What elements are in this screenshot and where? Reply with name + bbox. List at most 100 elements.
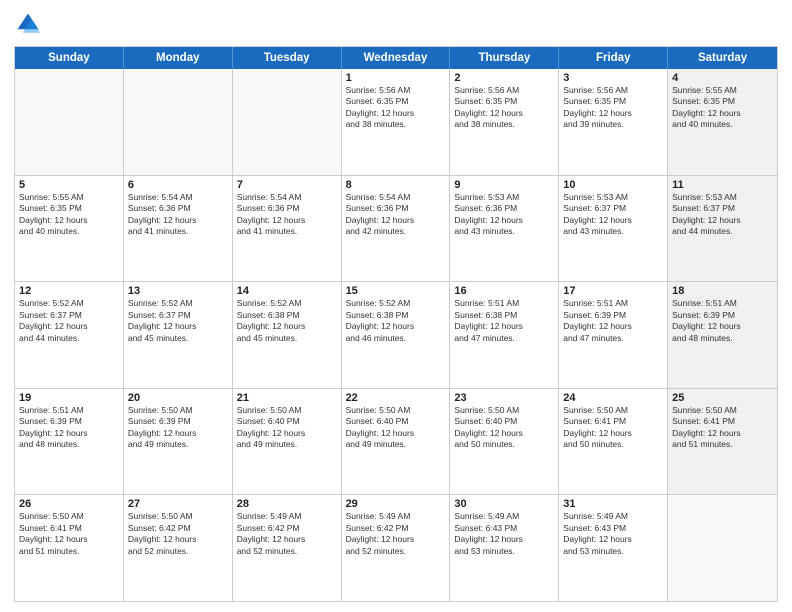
cell-info: Sunrise: 5:55 AM Sunset: 6:35 PM Dayligh… <box>672 85 773 131</box>
logo <box>14 10 46 38</box>
calendar-cell: 22Sunrise: 5:50 AM Sunset: 6:40 PM Dayli… <box>342 389 451 495</box>
day-number: 31 <box>563 498 663 510</box>
cell-info: Sunrise: 5:50 AM Sunset: 6:40 PM Dayligh… <box>346 405 446 451</box>
cell-info: Sunrise: 5:56 AM Sunset: 6:35 PM Dayligh… <box>563 85 663 131</box>
cell-info: Sunrise: 5:49 AM Sunset: 6:43 PM Dayligh… <box>563 511 663 557</box>
calendar-cell: 17Sunrise: 5:51 AM Sunset: 6:39 PM Dayli… <box>559 282 668 388</box>
cell-info: Sunrise: 5:51 AM Sunset: 6:39 PM Dayligh… <box>672 298 773 344</box>
day-number: 18 <box>672 285 773 297</box>
day-number: 19 <box>19 392 119 404</box>
calendar-cell: 27Sunrise: 5:50 AM Sunset: 6:42 PM Dayli… <box>124 495 233 601</box>
cell-info: Sunrise: 5:54 AM Sunset: 6:36 PM Dayligh… <box>237 192 337 238</box>
day-number: 30 <box>454 498 554 510</box>
header <box>14 10 778 38</box>
calendar-cell: 24Sunrise: 5:50 AM Sunset: 6:41 PM Dayli… <box>559 389 668 495</box>
calendar-cell: 14Sunrise: 5:52 AM Sunset: 6:38 PM Dayli… <box>233 282 342 388</box>
day-number: 22 <box>346 392 446 404</box>
calendar-cell <box>124 69 233 175</box>
calendar-cell: 29Sunrise: 5:49 AM Sunset: 6:42 PM Dayli… <box>342 495 451 601</box>
day-number: 11 <box>672 179 773 191</box>
day-number: 23 <box>454 392 554 404</box>
calendar-body: 1Sunrise: 5:56 AM Sunset: 6:35 PM Daylig… <box>15 69 777 601</box>
calendar-cell: 7Sunrise: 5:54 AM Sunset: 6:36 PM Daylig… <box>233 176 342 282</box>
cell-info: Sunrise: 5:51 AM Sunset: 6:39 PM Dayligh… <box>563 298 663 344</box>
cell-info: Sunrise: 5:53 AM Sunset: 6:36 PM Dayligh… <box>454 192 554 238</box>
calendar-cell: 18Sunrise: 5:51 AM Sunset: 6:39 PM Dayli… <box>668 282 777 388</box>
calendar-header: SundayMondayTuesdayWednesdayThursdayFrid… <box>15 47 777 69</box>
calendar-cell: 31Sunrise: 5:49 AM Sunset: 6:43 PM Dayli… <box>559 495 668 601</box>
day-number: 26 <box>19 498 119 510</box>
calendar-cell: 19Sunrise: 5:51 AM Sunset: 6:39 PM Dayli… <box>15 389 124 495</box>
cell-info: Sunrise: 5:50 AM Sunset: 6:41 PM Dayligh… <box>563 405 663 451</box>
calendar-row-3: 12Sunrise: 5:52 AM Sunset: 6:37 PM Dayli… <box>15 282 777 389</box>
calendar-cell: 13Sunrise: 5:52 AM Sunset: 6:37 PM Dayli… <box>124 282 233 388</box>
cell-info: Sunrise: 5:52 AM Sunset: 6:38 PM Dayligh… <box>346 298 446 344</box>
day-number: 10 <box>563 179 663 191</box>
day-of-week-wednesday: Wednesday <box>342 47 451 69</box>
day-of-week-saturday: Saturday <box>668 47 777 69</box>
day-number: 1 <box>346 72 446 84</box>
cell-info: Sunrise: 5:53 AM Sunset: 6:37 PM Dayligh… <box>672 192 773 238</box>
calendar-cell: 30Sunrise: 5:49 AM Sunset: 6:43 PM Dayli… <box>450 495 559 601</box>
cell-info: Sunrise: 5:54 AM Sunset: 6:36 PM Dayligh… <box>128 192 228 238</box>
day-number: 15 <box>346 285 446 297</box>
day-number: 21 <box>237 392 337 404</box>
calendar-cell: 26Sunrise: 5:50 AM Sunset: 6:41 PM Dayli… <box>15 495 124 601</box>
day-number: 8 <box>346 179 446 191</box>
calendar-cell: 9Sunrise: 5:53 AM Sunset: 6:36 PM Daylig… <box>450 176 559 282</box>
day-of-week-monday: Monday <box>124 47 233 69</box>
calendar-cell <box>668 495 777 601</box>
calendar-cell: 2Sunrise: 5:56 AM Sunset: 6:35 PM Daylig… <box>450 69 559 175</box>
cell-info: Sunrise: 5:50 AM Sunset: 6:41 PM Dayligh… <box>19 511 119 557</box>
cell-info: Sunrise: 5:51 AM Sunset: 6:38 PM Dayligh… <box>454 298 554 344</box>
cell-info: Sunrise: 5:50 AM Sunset: 6:40 PM Dayligh… <box>454 405 554 451</box>
cell-info: Sunrise: 5:52 AM Sunset: 6:37 PM Dayligh… <box>128 298 228 344</box>
day-number: 6 <box>128 179 228 191</box>
day-number: 9 <box>454 179 554 191</box>
calendar-cell: 10Sunrise: 5:53 AM Sunset: 6:37 PM Dayli… <box>559 176 668 282</box>
day-number: 4 <box>672 72 773 84</box>
calendar-cell: 3Sunrise: 5:56 AM Sunset: 6:35 PM Daylig… <box>559 69 668 175</box>
day-number: 24 <box>563 392 663 404</box>
day-of-week-friday: Friday <box>559 47 668 69</box>
calendar-cell: 21Sunrise: 5:50 AM Sunset: 6:40 PM Dayli… <box>233 389 342 495</box>
calendar: SundayMondayTuesdayWednesdayThursdayFrid… <box>14 46 778 602</box>
calendar-cell: 16Sunrise: 5:51 AM Sunset: 6:38 PM Dayli… <box>450 282 559 388</box>
calendar-row-1: 1Sunrise: 5:56 AM Sunset: 6:35 PM Daylig… <box>15 69 777 176</box>
day-number: 16 <box>454 285 554 297</box>
cell-info: Sunrise: 5:53 AM Sunset: 6:37 PM Dayligh… <box>563 192 663 238</box>
cell-info: Sunrise: 5:50 AM Sunset: 6:39 PM Dayligh… <box>128 405 228 451</box>
day-of-week-thursday: Thursday <box>450 47 559 69</box>
calendar-cell: 12Sunrise: 5:52 AM Sunset: 6:37 PM Dayli… <box>15 282 124 388</box>
calendar-cell: 15Sunrise: 5:52 AM Sunset: 6:38 PM Dayli… <box>342 282 451 388</box>
day-number: 14 <box>237 285 337 297</box>
cell-info: Sunrise: 5:51 AM Sunset: 6:39 PM Dayligh… <box>19 405 119 451</box>
cell-info: Sunrise: 5:49 AM Sunset: 6:42 PM Dayligh… <box>237 511 337 557</box>
day-number: 17 <box>563 285 663 297</box>
day-of-week-tuesday: Tuesday <box>233 47 342 69</box>
cell-info: Sunrise: 5:50 AM Sunset: 6:42 PM Dayligh… <box>128 511 228 557</box>
cell-info: Sunrise: 5:56 AM Sunset: 6:35 PM Dayligh… <box>454 85 554 131</box>
day-number: 5 <box>19 179 119 191</box>
calendar-cell: 4Sunrise: 5:55 AM Sunset: 6:35 PM Daylig… <box>668 69 777 175</box>
calendar-cell: 23Sunrise: 5:50 AM Sunset: 6:40 PM Dayli… <box>450 389 559 495</box>
calendar-cell: 1Sunrise: 5:56 AM Sunset: 6:35 PM Daylig… <box>342 69 451 175</box>
day-number: 25 <box>672 392 773 404</box>
page: SundayMondayTuesdayWednesdayThursdayFrid… <box>0 0 792 612</box>
cell-info: Sunrise: 5:56 AM Sunset: 6:35 PM Dayligh… <box>346 85 446 131</box>
calendar-cell: 6Sunrise: 5:54 AM Sunset: 6:36 PM Daylig… <box>124 176 233 282</box>
day-number: 29 <box>346 498 446 510</box>
day-number: 28 <box>237 498 337 510</box>
cell-info: Sunrise: 5:52 AM Sunset: 6:38 PM Dayligh… <box>237 298 337 344</box>
calendar-cell: 25Sunrise: 5:50 AM Sunset: 6:41 PM Dayli… <box>668 389 777 495</box>
cell-info: Sunrise: 5:50 AM Sunset: 6:41 PM Dayligh… <box>672 405 773 451</box>
calendar-cell <box>15 69 124 175</box>
calendar-cell: 11Sunrise: 5:53 AM Sunset: 6:37 PM Dayli… <box>668 176 777 282</box>
day-number: 20 <box>128 392 228 404</box>
cell-info: Sunrise: 5:55 AM Sunset: 6:35 PM Dayligh… <box>19 192 119 238</box>
cell-info: Sunrise: 5:52 AM Sunset: 6:37 PM Dayligh… <box>19 298 119 344</box>
cell-info: Sunrise: 5:54 AM Sunset: 6:36 PM Dayligh… <box>346 192 446 238</box>
calendar-cell: 20Sunrise: 5:50 AM Sunset: 6:39 PM Dayli… <box>124 389 233 495</box>
day-number: 12 <box>19 285 119 297</box>
cell-info: Sunrise: 5:49 AM Sunset: 6:42 PM Dayligh… <box>346 511 446 557</box>
